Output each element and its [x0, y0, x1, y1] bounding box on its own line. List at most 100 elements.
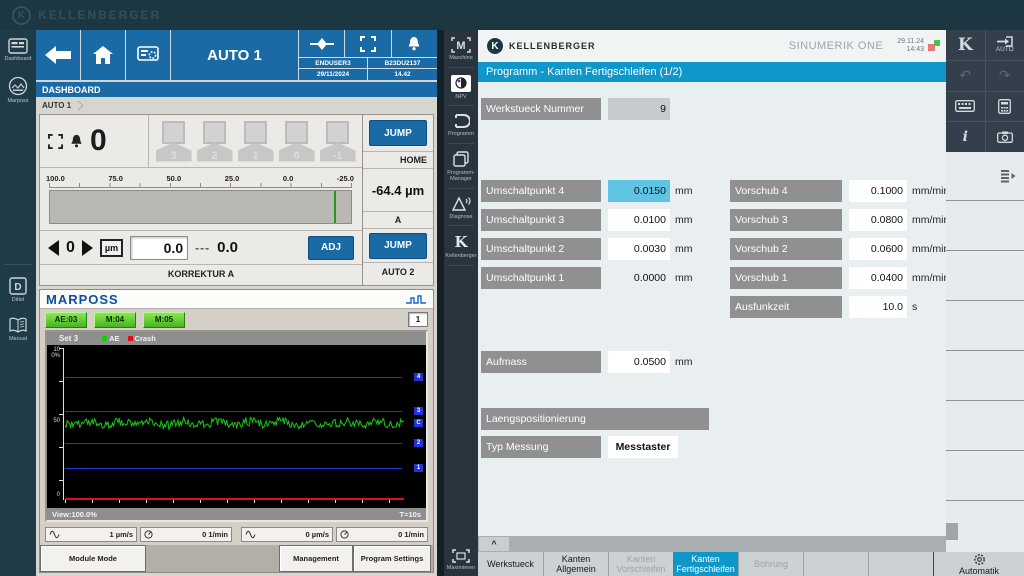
field-label: Ausfunkzeit	[730, 296, 842, 318]
field-label: Vorschub 3	[730, 209, 842, 231]
field-value[interactable]: 0.0400	[849, 267, 907, 289]
tab-kanten-allgemein[interactable]: Kanten Allgemein	[543, 552, 608, 576]
typ-messung-value[interactable]: Messtaster	[608, 436, 678, 458]
channel-button[interactable]: M:05	[143, 312, 185, 328]
marker-square-icon	[244, 121, 267, 144]
unit-toggle[interactable]: µm	[100, 239, 123, 257]
auto-mode-key[interactable]: AUTO	[986, 30, 1024, 60]
field-value[interactable]: 0.0030	[608, 238, 670, 260]
scroll-up-button[interactable]: ^	[479, 537, 509, 551]
field-value[interactable]: 0.1000	[849, 180, 907, 202]
decrement-button[interactable]	[48, 240, 59, 256]
keyboard-button[interactable]	[946, 92, 985, 122]
nav-item-maximieren[interactable]: Maximieren	[444, 542, 478, 576]
sidebar-item-manual[interactable]: Manual	[0, 309, 36, 348]
field-value[interactable]: 0.0000	[608, 267, 670, 289]
offset-input[interactable]: 0.0	[130, 236, 188, 260]
tab-kanten-vorschleifen[interactable]: Kanten Vorschleifen	[608, 552, 673, 576]
program-title-bar: Programm - Kanten Fertigschleifen (1/2)	[478, 62, 946, 82]
management-button[interactable]: Management	[279, 545, 353, 572]
program-settings-button[interactable]: Program Settings	[353, 545, 431, 572]
y-axis-line	[63, 348, 64, 500]
werkstueck-value[interactable]: 9	[608, 98, 670, 120]
tab-bohrung[interactable]: Bohrung	[738, 552, 803, 576]
breadcrumb-item[interactable]: AUTO 1	[42, 101, 71, 110]
kellenberger-key[interactable]: K	[946, 30, 985, 60]
jump-auto2-button[interactable]: JUMP	[369, 233, 427, 259]
softkey-1[interactable]	[946, 152, 1024, 201]
form-row: Vorschub 30.0800mm/min	[730, 209, 949, 231]
svg-text:D: D	[14, 282, 21, 293]
nav-item-maschine[interactable]: M Maschine	[444, 30, 478, 67]
threshold-label: 1	[414, 464, 423, 472]
undo-button[interactable]: ↶	[946, 61, 985, 91]
tab-werkstueck[interactable]: Werkstueck	[478, 552, 543, 576]
tab-empty[interactable]	[803, 552, 868, 576]
scale-label: -25.0	[337, 174, 354, 183]
mode-title: AUTO 1	[171, 30, 299, 80]
automatik-button[interactable]: Automatik	[933, 552, 1024, 576]
field-value[interactable]: 0.0800	[849, 209, 907, 231]
korrektur-label: KORREKTUR A	[40, 264, 362, 282]
probe-icon[interactable]	[299, 30, 345, 57]
softkey-7[interactable]	[946, 451, 1024, 501]
marker-flag-label: -1	[320, 143, 356, 162]
nav-item-programm[interactable]: Programm	[444, 106, 478, 143]
breadcrumb: AUTO 1	[36, 97, 437, 114]
threshold-label: 4	[414, 373, 423, 381]
tab-kanten-fertigschleifen[interactable]: Kanten Fertigschleifen	[673, 552, 738, 576]
scale-label: 25.0	[225, 174, 240, 183]
module-mode-button[interactable]: Module Mode	[40, 545, 146, 572]
marposs-logo: MARPOSS	[46, 292, 119, 307]
camera-icon	[997, 131, 1013, 143]
field-value[interactable]: 0.0600	[849, 238, 907, 260]
page-number-box[interactable]: 1	[408, 312, 428, 327]
program-settings-icon-button[interactable]	[126, 30, 171, 80]
calculator-button[interactable]	[986, 92, 1024, 122]
field-unit: mm/min	[912, 272, 949, 284]
field-unit: s	[912, 301, 917, 313]
field-value[interactable]: 0.0150	[608, 180, 670, 202]
redo-button[interactable]: ↷	[986, 61, 1024, 91]
alarm-counter: 0	[40, 115, 149, 167]
softkey-5[interactable]	[946, 351, 1024, 401]
frame-icon[interactable]	[345, 30, 391, 57]
time-window-label: T=10s	[400, 510, 421, 519]
softkey-2[interactable]	[946, 201, 1024, 251]
screenshot-button[interactable]	[986, 122, 1024, 152]
blu-logo-icon	[405, 294, 427, 304]
softkey-3[interactable]	[946, 251, 1024, 301]
back-button[interactable]	[36, 30, 81, 80]
bell-icon[interactable]	[392, 30, 437, 57]
meter-value: 0 µm/s	[306, 530, 330, 539]
aufmass-value[interactable]: 0.0500	[608, 351, 670, 373]
nav-item-npv[interactable]: NPV	[444, 68, 478, 106]
dial-icon	[340, 530, 349, 539]
tab-empty[interactable]	[868, 552, 933, 576]
nav-item-kellenberger[interactable]: K Kellenberger	[444, 226, 478, 265]
home-button[interactable]	[81, 30, 126, 80]
form-scrollbar: ^	[478, 536, 946, 552]
sidebar-item-dashboard[interactable]: Dashboard	[0, 30, 36, 68]
marposs-chart: Set 3 AE Crash 100% 50 0 43C21	[45, 330, 428, 522]
softkey-4[interactable]	[946, 301, 1024, 351]
field-value[interactable]: 10.0	[849, 296, 907, 318]
scrollbar-thumb[interactable]	[946, 523, 958, 540]
adj-button[interactable]: ADJ	[308, 236, 354, 260]
marker-square-icon	[203, 121, 226, 144]
nav-item-diagnose[interactable]: Diagnose	[444, 189, 478, 226]
sidebar-item-marposs[interactable]: Marposs	[0, 68, 36, 110]
softkey-6[interactable]	[946, 401, 1024, 451]
meter-value: 0 1/min	[202, 530, 228, 539]
nav-item-programm-manager[interactable]: Programm-Manager	[444, 144, 478, 188]
info-button[interactable]: i	[946, 122, 985, 152]
sidebar-item-dittel[interactable]: D Dittel	[0, 269, 36, 309]
channel-button[interactable]: AE:03	[45, 312, 87, 328]
threshold-label: C	[414, 419, 423, 427]
increment-button[interactable]	[82, 240, 93, 256]
marposs-footer: Module Mode Management Program Settings	[40, 545, 433, 572]
field-value[interactable]: 0.0100	[608, 209, 670, 231]
umschaltpunkt-fields: Umschaltpunkt 40.0150mmUmschaltpunkt 30.…	[481, 180, 693, 296]
jump-home-button[interactable]: JUMP	[369, 120, 427, 146]
channel-button[interactable]: M:04	[94, 312, 136, 328]
